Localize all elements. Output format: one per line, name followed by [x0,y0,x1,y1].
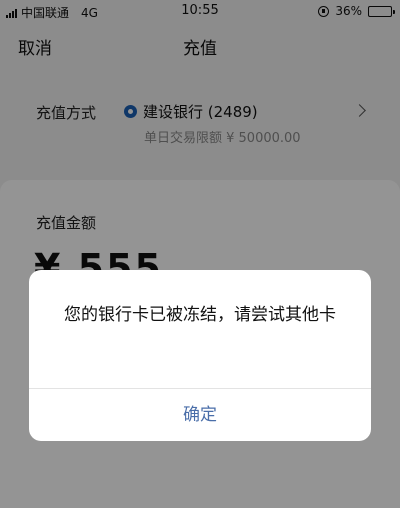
dialog-message: 您的银行卡已被冻结，请尝试其他卡 [64,305,336,325]
confirm-button[interactable]: 确定 [29,389,371,441]
alert-dialog: 您的银行卡已被冻结，请尝试其他卡 确定 [29,270,371,441]
